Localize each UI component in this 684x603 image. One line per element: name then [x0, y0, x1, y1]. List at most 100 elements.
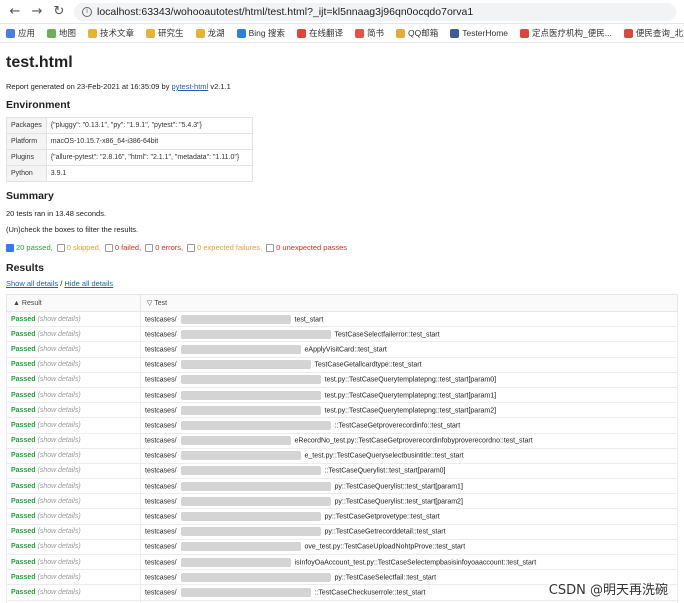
test-path-suffix: test.py::TestCaseQuerytemplatepng::test_… [324, 391, 497, 399]
show-details-link[interactable]: (show details) [37, 437, 80, 444]
show-details-link[interactable]: (show details) [37, 589, 80, 596]
filter-checkbox[interactable] [56, 243, 65, 252]
table-row: Passed (show details) testcases/test_star… [6, 310, 678, 328]
filter-item[interactable]: 0 failed, [104, 243, 141, 252]
show-details-link[interactable]: (show details) [37, 543, 80, 550]
test-name-cell: testcases/test.py::TestCaseQuerytemplate… [140, 371, 678, 388]
show-details-link[interactable]: (show details) [37, 346, 80, 353]
test-path-suffix: TestCaseSelectfailerror::test_start [334, 331, 440, 339]
bookmark-item[interactable]: 研究生 [146, 27, 184, 39]
show-details-link[interactable]: (show details) [37, 361, 80, 368]
test-path-suffix: TestCaseGetallcardtype::test_start [314, 361, 422, 369]
show-details-link[interactable]: (show details) [37, 559, 80, 566]
info-icon[interactable]: i [82, 6, 92, 17]
environment-value: macOS-10.15.7-x86_64-i386-64bit [45, 133, 253, 150]
test-path-prefix: testcases/ [145, 498, 177, 506]
hide-all-details-link[interactable]: Hide all details [64, 279, 113, 288]
bookmark-item[interactable]: 简书 [354, 27, 384, 39]
test-column-header[interactable]: ▽ Test [140, 294, 678, 312]
show-details-link[interactable]: (show details) [37, 407, 80, 414]
bookmark-item[interactable]: 应用 [6, 27, 35, 39]
passed-status: Passed [11, 588, 36, 596]
result-cell: Passed (show details) [6, 432, 141, 449]
filter-checkbox[interactable] [104, 243, 113, 252]
back-arrow-icon[interactable]: ← [8, 4, 22, 19]
show-details-link[interactable]: (show details) [37, 483, 80, 490]
bookmark-icon [47, 28, 57, 38]
show-details-link[interactable]: (show details) [37, 316, 80, 323]
result-cell: Passed (show details) [6, 569, 141, 586]
table-row: Passed (show details) testcases/::TestCas… [6, 417, 678, 434]
test-path-suffix: test.py::TestCaseQuerytemplatepng::test_… [324, 376, 497, 384]
table-row: Passed (show details) testcases/test.py::… [6, 386, 678, 404]
test-column-label: Test [154, 300, 168, 307]
bookmark-icon [354, 28, 364, 38]
test-name-cell: testcases/eRecordNo_test.py::TestCaseGet… [140, 432, 678, 449]
filter-checkbox[interactable] [187, 243, 196, 252]
address-bar[interactable]: i localhost:63343/wohooautotest/html/tes… [74, 2, 676, 21]
passed-status: Passed [11, 421, 36, 429]
test-path-suffix: e_test.py::TestCaseQueryselectbusintitle… [304, 452, 464, 460]
result-column-header[interactable]: ▲ Result [6, 294, 141, 312]
passed-status: Passed [11, 528, 36, 536]
result-cell: Passed (show details) [6, 386, 141, 404]
test-path-prefix: testcases/ [145, 376, 177, 384]
bookmark-item[interactable]: 地图 [47, 27, 76, 39]
result-cell: Passed (show details) [6, 478, 141, 495]
filter-item[interactable]: 20 passed, [6, 243, 53, 252]
forward-arrow-icon[interactable]: → [30, 4, 44, 19]
bookmark-item[interactable]: 技术文章 [88, 27, 134, 39]
test-name-cell: testcases/e_test.py::TestCaseQueryselect… [140, 447, 678, 464]
redacted-region [180, 329, 331, 339]
test-path-prefix: testcases/ [145, 437, 177, 445]
filter-checkbox[interactable] [266, 243, 275, 252]
test-name-cell: testcases/test.py::TestCaseQuerytemplate… [140, 402, 678, 419]
filter-item[interactable]: 0 errors, [145, 243, 183, 252]
generator-version: v2.1.1 [208, 82, 231, 91]
show-details-link[interactable]: (show details) [37, 422, 80, 429]
bookmark-item[interactable]: TesterHome [450, 28, 508, 38]
filter-label: 0 skipped, [66, 243, 101, 252]
filter-checkbox[interactable] [6, 243, 14, 252]
bookmark-item[interactable]: 在线翻译 [296, 27, 343, 39]
bookmark-item[interactable]: 龙湖 [195, 27, 225, 39]
bookmark-item[interactable]: QQ邮箱 [395, 27, 438, 39]
pytest-html-link[interactable]: pytest-html [172, 82, 209, 91]
filter-item[interactable]: 0 unexpected passes [266, 243, 347, 252]
test-path-suffix: ove_test.py::TestCaseUploadNohtpProve::t… [304, 543, 466, 551]
show-details-link[interactable]: (show details) [37, 528, 80, 535]
bookmark-label: 定点医疗机构_便民... [532, 28, 612, 38]
bookmark-label: Bing 搜索 [248, 28, 285, 38]
show-all-details-link[interactable]: Show all details [6, 279, 58, 288]
bookmark-item[interactable]: 便民查询_北京市医... [623, 27, 684, 39]
table-row: Passed (show details) testcases/py::TestC… [6, 493, 678, 510]
bookmark-item[interactable]: Bing 搜索 [236, 27, 285, 39]
redacted-region [180, 557, 291, 567]
redacted-region [180, 466, 321, 476]
show-details-link[interactable]: (show details) [37, 392, 80, 399]
show-details-link[interactable]: (show details) [37, 376, 80, 383]
filter-checkbox[interactable] [145, 243, 154, 252]
test-path-prefix: testcases/ [145, 558, 177, 566]
passed-status: Passed [11, 573, 36, 581]
bookmark-item[interactable]: 定点医疗机构_便民... [520, 27, 612, 39]
test-path-suffix: isInfoyOaAccount_test.py::TestCaseSelect… [294, 558, 537, 566]
show-details-link[interactable]: (show details) [37, 513, 80, 520]
results-table: ▲ Result ▽ Test Passed (show details) tes… [6, 294, 678, 603]
filter-item[interactable]: 0 skipped, [56, 243, 101, 252]
show-details-link[interactable]: (show details) [37, 498, 80, 505]
environment-value: 3.9.1 [45, 165, 253, 182]
show-details-link[interactable]: (show details) [37, 574, 80, 581]
show-details-link[interactable]: (show details) [37, 331, 80, 338]
test-path-suffix: py::TestCaseGetprovetype::test_start [324, 513, 440, 521]
test-name-cell: testcases/::TestCaseGetproverecordinfo::… [140, 417, 678, 434]
result-filters: 20 passed, 0 skipped, 0 failed, 0 errors, 0 … [6, 243, 678, 252]
result-cell: Passed (show details) [6, 326, 141, 343]
test-path-prefix: testcases/ [145, 589, 177, 597]
show-details-link[interactable]: (show details) [37, 467, 80, 474]
reload-icon[interactable]: ↻ [52, 4, 66, 19]
bookmark-icon [623, 28, 633, 38]
show-details-link[interactable]: (show details) [37, 452, 80, 459]
filter-item[interactable]: 0 expected failures, [187, 243, 262, 252]
table-row: Passed (show details) testcases/TestCaseG… [6, 356, 678, 373]
